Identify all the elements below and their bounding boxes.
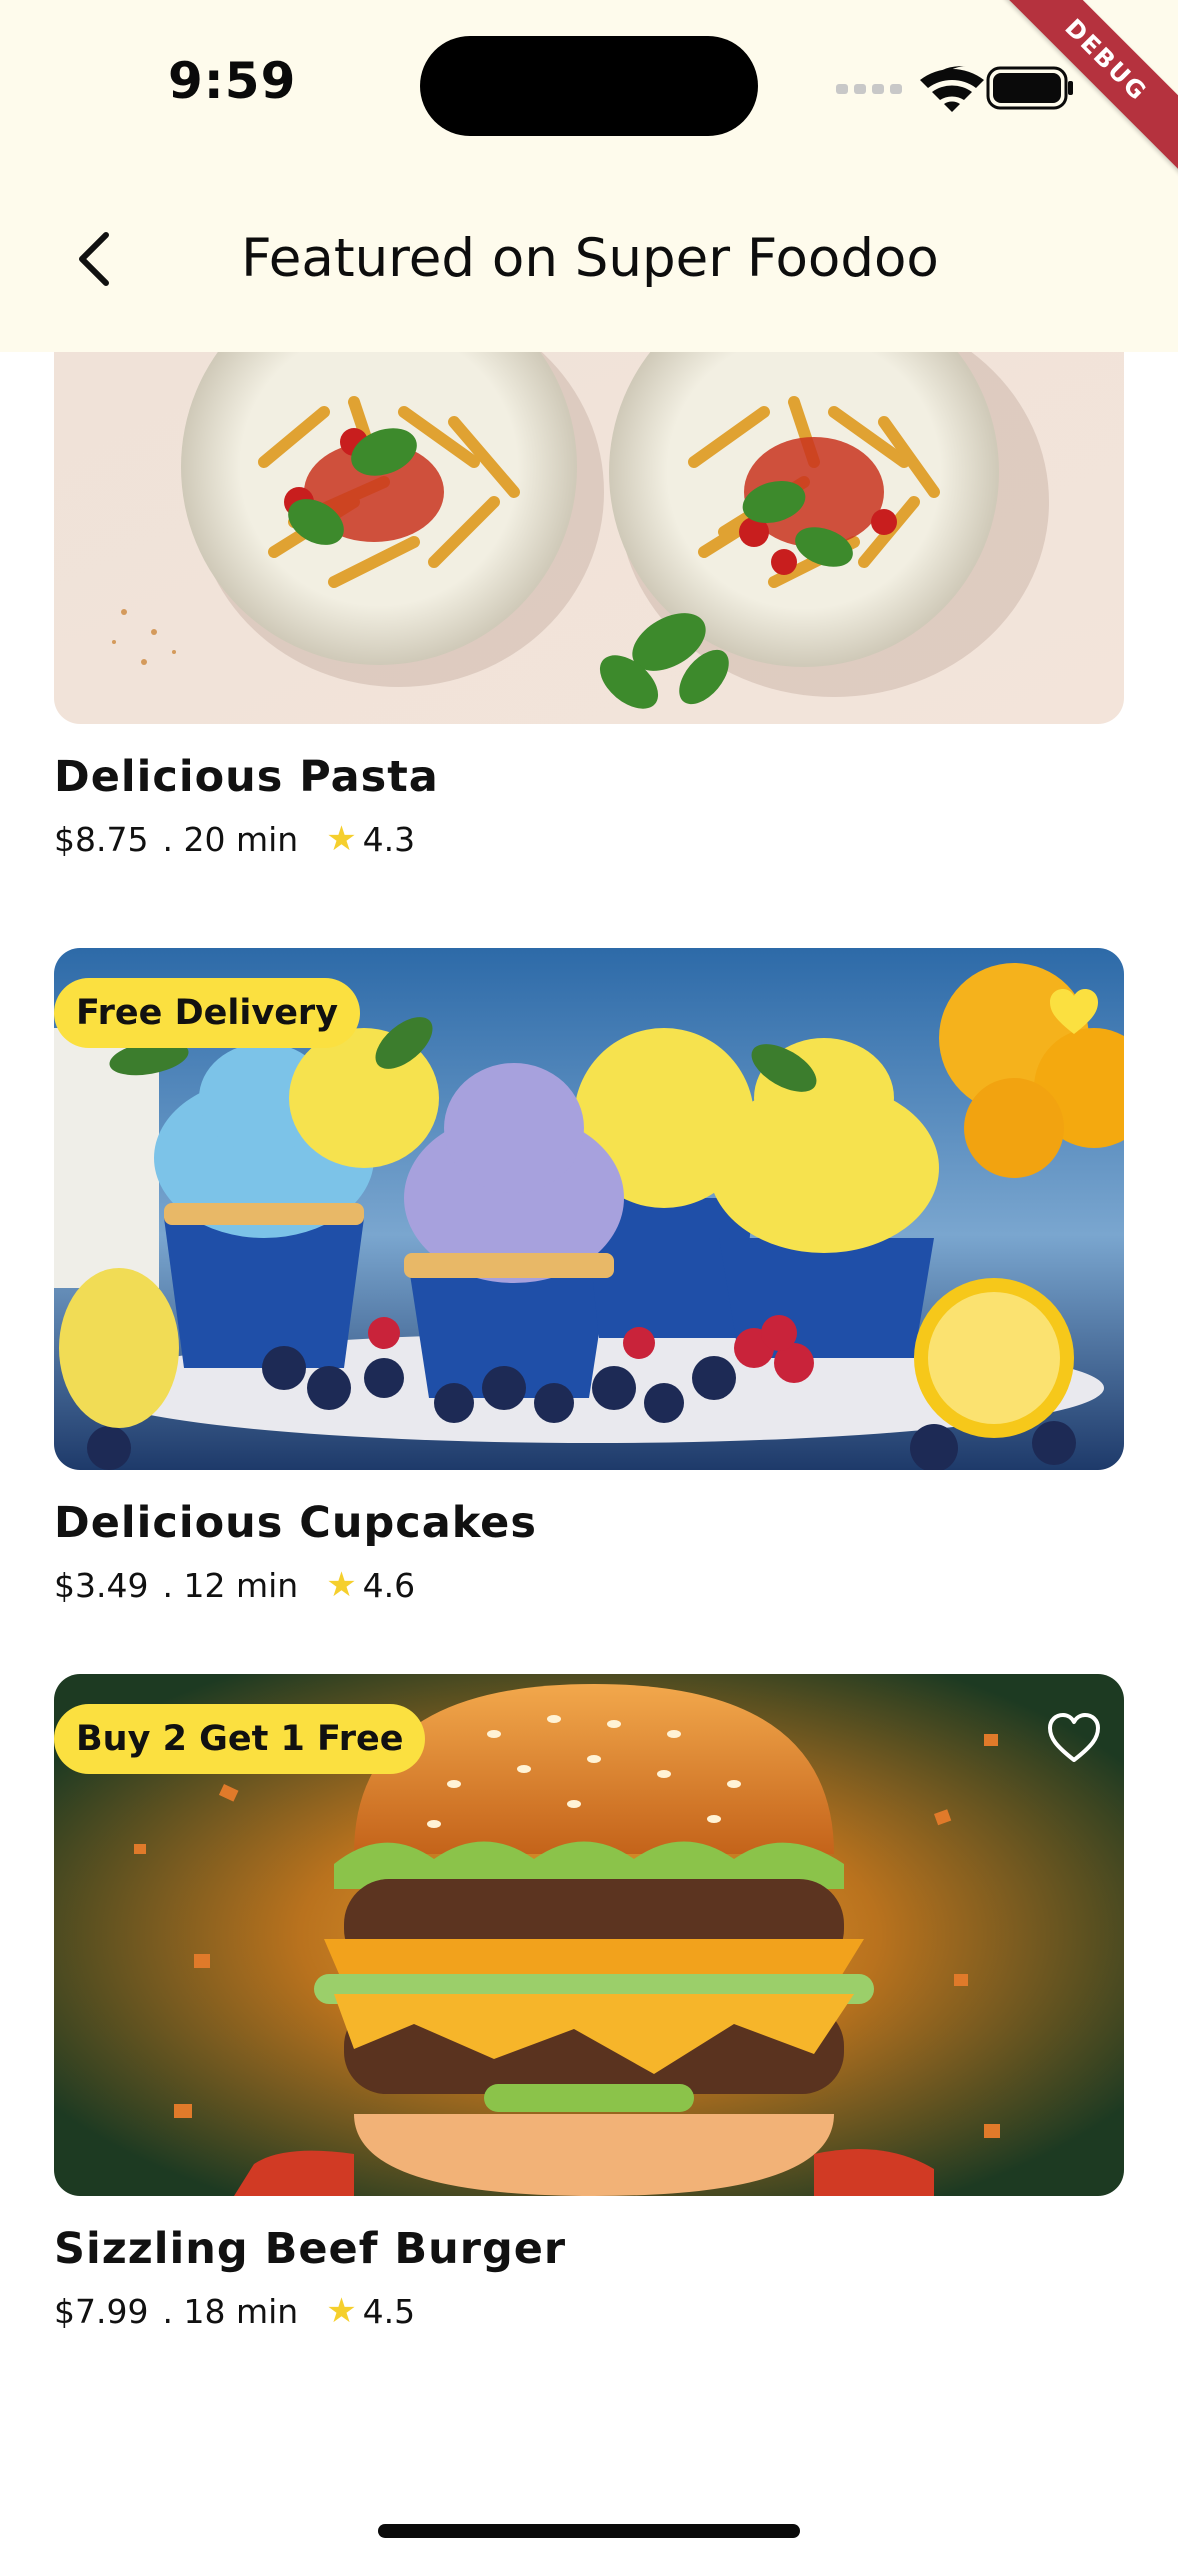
back-button[interactable] bbox=[62, 224, 126, 294]
chevron-left-icon bbox=[79, 232, 109, 286]
star-icon: ★ bbox=[326, 819, 357, 859]
star-icon: ★ bbox=[326, 1565, 357, 1605]
star-icon: ★ bbox=[326, 2291, 357, 2331]
food-meta: $3.49 . 12 min ★ 4.6 bbox=[54, 1565, 415, 1605]
food-time: . 12 min bbox=[162, 1565, 299, 1605]
page-title: Featured on Super Foodoo bbox=[241, 228, 939, 289]
food-title: Delicious Pasta bbox=[54, 752, 439, 802]
favorite-heart-outline-icon[interactable] bbox=[1046, 1710, 1102, 1766]
wifi-icon bbox=[920, 66, 984, 112]
food-rating: 4.6 bbox=[362, 1565, 416, 1605]
food-title: Sizzling Beef Burger bbox=[54, 2224, 567, 2274]
food-title: Delicious Cupcakes bbox=[54, 1498, 537, 1548]
battery-icon bbox=[986, 66, 1073, 110]
food-price: $3.49 bbox=[54, 1565, 149, 1605]
status-icons bbox=[836, 66, 1073, 112]
food-meta: $7.99 . 18 min ★ 4.5 bbox=[54, 2291, 415, 2331]
promo-badge: Buy 2 Get 1 Free bbox=[54, 1704, 426, 1774]
food-meta: $8.75 . 20 min ★ 4.3 bbox=[54, 819, 415, 859]
food-image-burger[interactable]: Buy 2 Get 1 Free bbox=[54, 1674, 1124, 2196]
food-price: $8.75 bbox=[54, 819, 149, 859]
status-time: 9:59 bbox=[168, 52, 297, 110]
food-time: . 20 min bbox=[162, 819, 299, 859]
food-image-cupcakes[interactable]: Free Delivery bbox=[54, 948, 1124, 1470]
signal-icon bbox=[836, 84, 902, 94]
app-header: 9:59 Featured on Super Foodoo bbox=[0, 0, 1178, 352]
food-time: . 18 min bbox=[162, 2291, 299, 2331]
promo-badge: Free Delivery bbox=[54, 978, 361, 1048]
dynamic-island bbox=[420, 36, 758, 136]
home-indicator[interactable] bbox=[378, 2524, 800, 2538]
food-price: $7.99 bbox=[54, 2291, 149, 2331]
food-rating: 4.3 bbox=[362, 819, 416, 859]
favorite-heart-filled-icon[interactable] bbox=[1046, 984, 1102, 1040]
food-rating: 4.5 bbox=[362, 2291, 416, 2331]
